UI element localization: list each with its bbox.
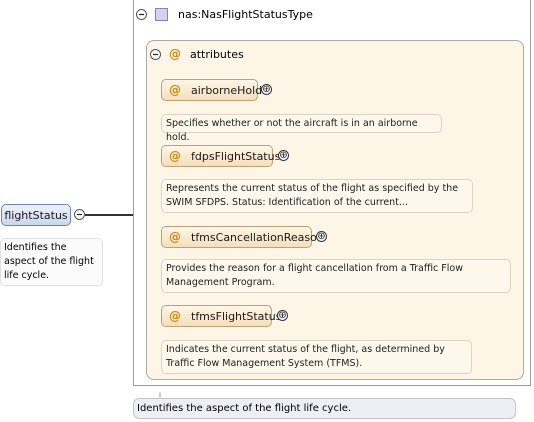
attribute-airborneHold[interactable]: @ airborneHold xyxy=(161,79,262,101)
expand-icon[interactable]: ⊕ xyxy=(261,84,272,95)
attribute-name: tfmsCancellationReason xyxy=(191,230,324,244)
attribute-icon: @ xyxy=(169,83,181,97)
attribute-icon: @ xyxy=(169,149,181,163)
attribute-tfmsCancellationReason[interactable]: @ tfmsCancellationReason xyxy=(161,226,324,248)
attributes-label: attributes xyxy=(190,47,244,61)
type-collapse-icon[interactable] xyxy=(136,8,147,20)
attribute-icon: @ xyxy=(169,309,181,323)
attribute-icon: @ xyxy=(169,230,181,244)
element-flightStatus[interactable]: flightStatus xyxy=(1,204,71,226)
attribute-name: fdpsFlightStatus xyxy=(191,149,281,163)
element-doc: Identifies the aspect of the flight life… xyxy=(0,238,103,286)
attribute-doc: Specifies whether or not the aircraft is… xyxy=(161,114,442,143)
element-collapse-icon[interactable] xyxy=(74,209,85,220)
attribute-name: airborneHold xyxy=(191,83,263,97)
expand-icon[interactable]: ⊕ xyxy=(277,310,288,321)
attribute-tfmsFlightStatus[interactable]: @ tfmsFlightStatus xyxy=(161,305,281,327)
attributes-collapse-icon[interactable] xyxy=(150,48,161,60)
attributes-group-header: @ attributes xyxy=(150,47,244,61)
attribute-doc: Represents the current status of the fli… xyxy=(161,179,473,213)
attribute-doc: Provides the reason for a flight cancell… xyxy=(161,259,511,293)
expand-icon[interactable]: ⊕ xyxy=(316,231,327,242)
expand-icon[interactable]: ⊕ xyxy=(278,150,289,161)
type-doc: Identifies the aspect of the flight life… xyxy=(133,398,516,419)
attribute-doc: Indicates the current status of the flig… xyxy=(161,340,472,374)
attribute-icon: @ xyxy=(169,47,181,61)
complex-type-header: nas:NasFlightStatusType xyxy=(136,4,436,24)
element-name: flightStatus xyxy=(4,208,68,222)
attribute-fdpsFlightStatus[interactable]: @ fdpsFlightStatus xyxy=(161,145,280,167)
type-name[interactable]: nas:NasFlightStatusType xyxy=(178,8,313,21)
attribute-name: tfmsFlightStatus xyxy=(191,309,282,323)
complex-type-icon xyxy=(155,7,168,21)
